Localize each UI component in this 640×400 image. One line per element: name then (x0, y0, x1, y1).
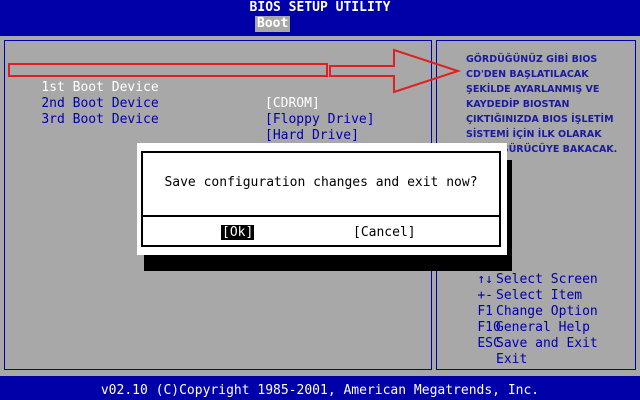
annotation-text: GÖRDÜĞÜNÜZ GİBİ BIOS CD'DEN BAŞLATILACAK… (466, 54, 618, 155)
help-desc: Exit (496, 352, 528, 367)
dialog-divider (143, 215, 499, 217)
help-desc: General Help (496, 320, 590, 335)
copyright-footer: v02.10 (C)Copyright 1985-2001, American … (100, 383, 540, 398)
ok-button[interactable]: [Ok] (221, 225, 255, 240)
dialog-frame: Save configuration changes and exit now?… (141, 151, 501, 247)
cancel-button[interactable]: [Cancel] (353, 225, 416, 240)
help-key: ESC (477, 336, 501, 351)
boot-device-value: [Hard Drive] (265, 128, 359, 143)
help-row: ESC Exit (446, 320, 527, 367)
boot-device-value: [Floppy Drive] (265, 112, 375, 127)
boot-device-2[interactable]: 2nd Boot Device [Floppy Drive] (10, 80, 374, 127)
save-exit-dialog: Save configuration changes and exit now?… (137, 143, 507, 255)
tab-boot[interactable]: Boot (255, 16, 291, 32)
dialog-message: Save configuration changes and exit now? (164, 175, 478, 190)
boot-device-3[interactable]: 3rd Boot Device [Hard Drive] (10, 96, 359, 143)
boot-device-label: 3rd Boot Device (41, 112, 159, 127)
annotation-arrow-icon (329, 48, 462, 94)
bios-title: BIOS SETUP UTILITY (249, 0, 391, 15)
boot-device-value: [CDROM] (265, 96, 320, 111)
help-desc: Select Item (496, 288, 583, 303)
help-row: F10 Save and Exit (446, 304, 597, 351)
help-desc: Select Screen (496, 272, 598, 287)
tab-bar: Boot (0, 16, 640, 32)
dialog-shadow (144, 255, 512, 271)
help-desc: Save and Exit (496, 336, 598, 351)
help-desc: Change Option (496, 304, 598, 319)
help-row: +- Change Option (446, 272, 597, 319)
boot-device-1[interactable]: 1st Boot Device [CDROM] (10, 64, 319, 111)
help-row: F1 General Help (446, 288, 590, 335)
